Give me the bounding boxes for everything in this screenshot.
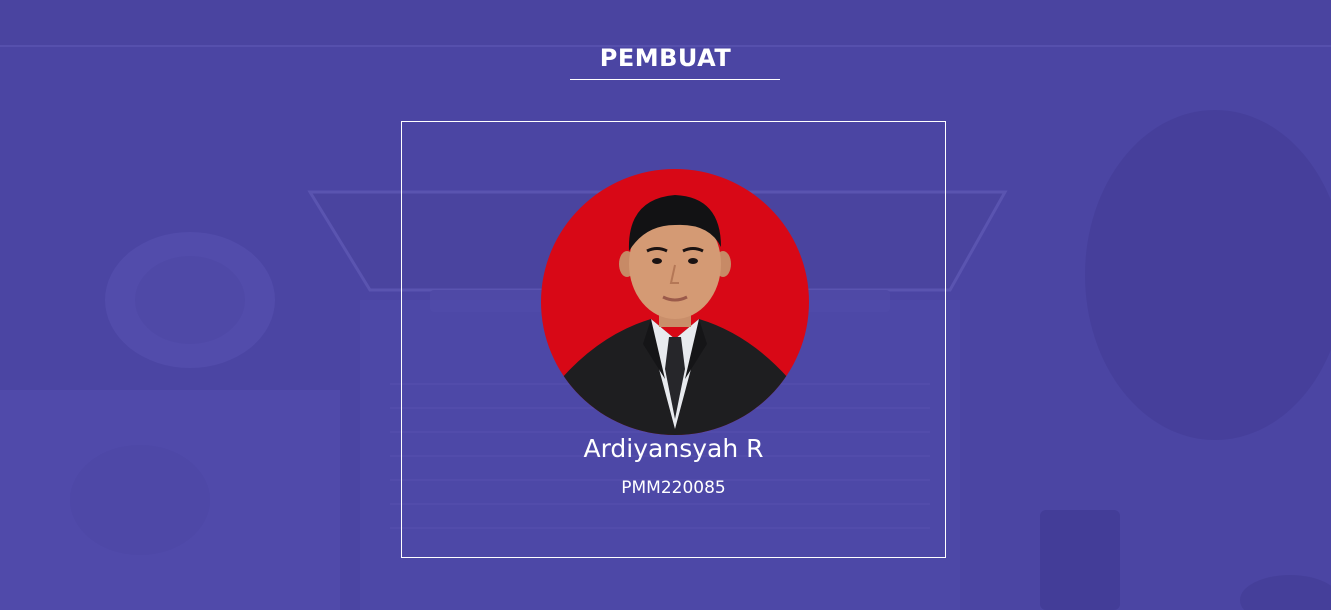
person-portrait-icon [561, 195, 789, 435]
section-title: PEMBUAT [599, 44, 732, 72]
title-underline [570, 79, 780, 80]
profile-name: Ardiyansyah R [583, 434, 764, 463]
avatar [541, 169, 809, 435]
profile-id: PMM220085 [621, 478, 726, 498]
profile-card: Ardiyansyah R PMM220085 [401, 121, 946, 558]
